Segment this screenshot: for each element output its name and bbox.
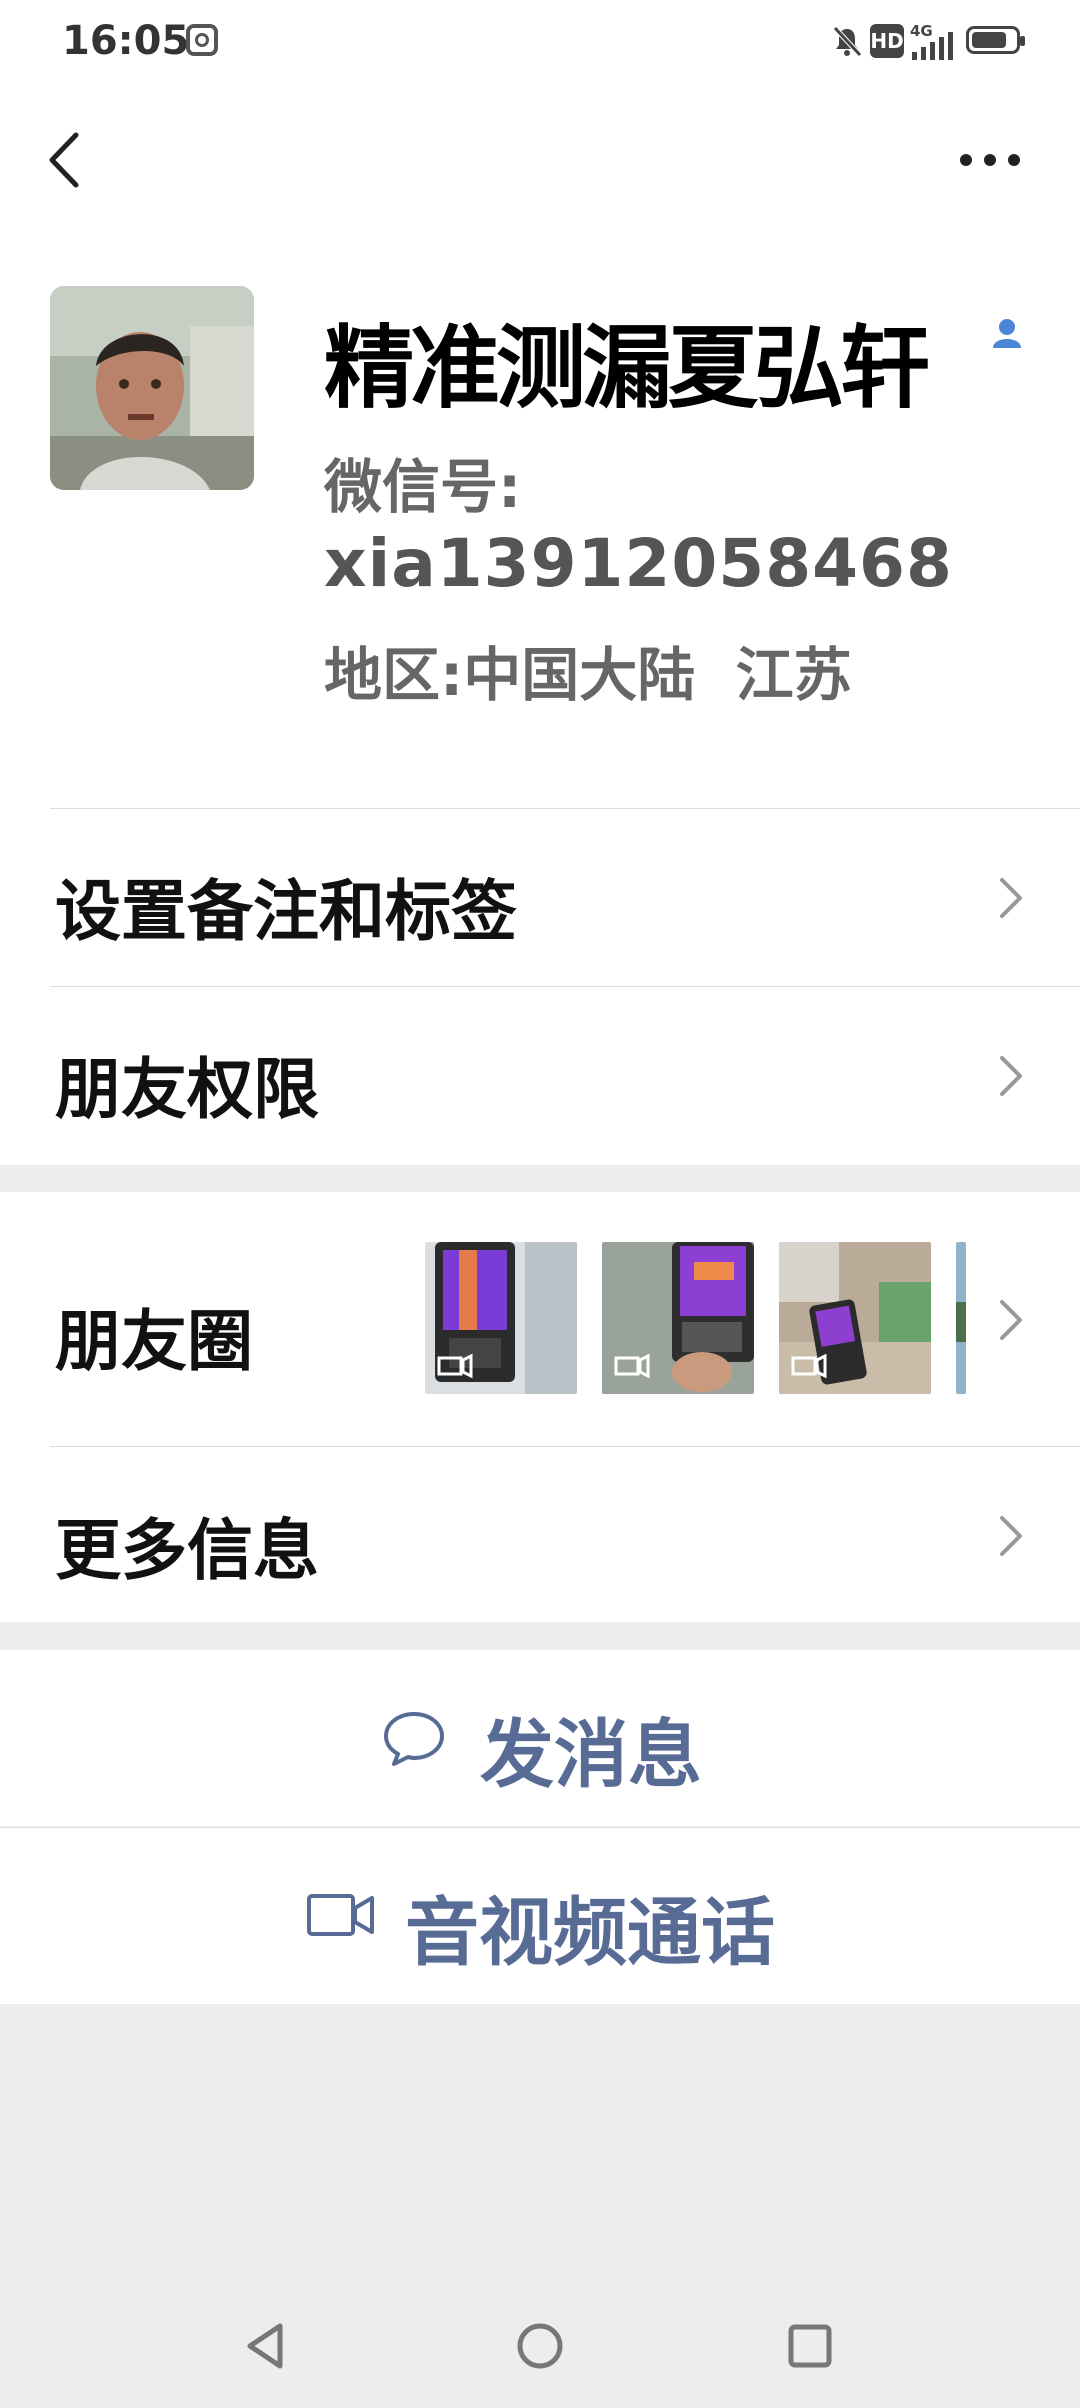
status-time: 16:05 [62,18,190,64]
divider [50,986,1080,987]
contact-person-icon [993,319,1021,348]
chevron-right-icon [1000,1516,1022,1556]
mute-bell-icon [833,26,862,57]
wechat-id-value: xia13912058468 [324,525,953,602]
divider [50,1446,1080,1447]
friend-permission-label: 朋友权限 [55,1051,319,1128]
set-remark-label: 设置备注和标签 [55,873,517,950]
more-options-button[interactable] [950,130,1030,190]
moments-thumbnail[interactable] [956,1242,966,1394]
nav-home-button[interactable] [512,2318,568,2374]
hd-icon: HD [870,24,904,58]
avatar[interactable] [50,286,254,490]
network-label: 4G [910,22,933,40]
video-call-label: 音视频通话 [405,1890,775,1976]
top-nav-bar [0,90,1080,240]
app-notification-icon [186,24,218,56]
moments-thumbnail[interactable] [425,1242,577,1394]
send-message-label: 发消息 [480,1712,702,1798]
video-camera-icon [307,1894,374,1936]
battery-icon [966,26,1025,54]
chevron-right-icon [1000,1056,1022,1096]
moments-thumbnail[interactable] [779,1242,931,1394]
system-nav-bar [0,2200,1080,2408]
region-text: 地区:中国大陆 江苏 [324,641,852,709]
divider [50,808,1080,809]
profile-name: 精准测漏夏弘轩 [324,316,930,421]
nav-recents-button[interactable] [782,2318,838,2374]
wechat-id-label: 微信号: [324,453,522,521]
chevron-right-icon [1000,1300,1022,1340]
back-button[interactable] [40,125,100,195]
moments-label: 朋友圈 [55,1303,253,1380]
nav-back-button[interactable] [240,2318,296,2374]
signal-icon: 4G [910,22,953,60]
moments-thumbnail[interactable] [602,1242,754,1394]
more-info-label: 更多信息 [55,1512,319,1589]
chat-bubble-icon [384,1712,444,1766]
chevron-right-icon [1000,878,1022,918]
